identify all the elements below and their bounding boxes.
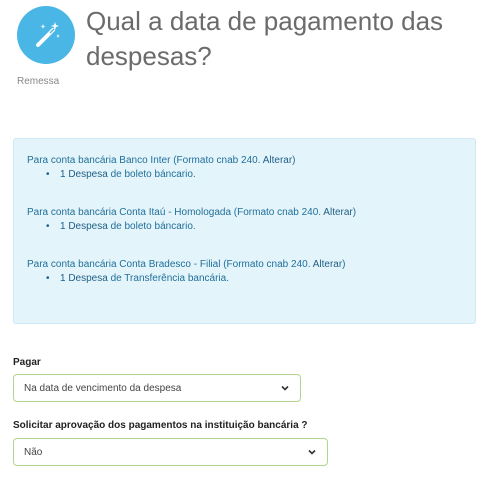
aprovacao-label: Solicitar aprovação dos pagamentos na in… [13, 420, 308, 431]
aprovacao-select[interactable]: Não [13, 438, 328, 466]
account-suffix: ) [342, 259, 346, 270]
bullet-icon: • [46, 273, 50, 284]
list-item: • 1 Despesa de Transferência bancária. [27, 272, 475, 286]
expense-type: de Transferência bancária. [107, 273, 229, 284]
account-prefix: Para conta bancária [27, 207, 120, 218]
aprovacao-select-value: Não [24, 446, 43, 458]
account-block-conta-itau: Para conta bancária Conta Itaú - Homolog… [27, 206, 475, 234]
alterar-link[interactable]: Alterar [313, 259, 342, 270]
account-name-link[interactable]: Conta Itaú - Homologada [119, 207, 231, 218]
pagar-select-value: Na data de vencimento da despesa [24, 382, 182, 394]
account-suffix: ) [352, 207, 357, 218]
info-box: Para conta bancária Banco Inter (Formato… [13, 138, 476, 324]
bullet-icon: • [46, 221, 50, 232]
account-format: (Formato cnab 240. [231, 207, 324, 218]
expense-count: 1 Despesa [60, 273, 108, 284]
account-block-banco-inter: Para conta bancária Banco Inter (Formato… [27, 154, 475, 182]
pagar-select[interactable]: Na data de vencimento da despesa [13, 374, 301, 402]
list-item: • 1 Despesa de boleto báncario. [27, 168, 475, 182]
expense-count: 1 Despesa [60, 169, 108, 180]
chevron-down-icon [308, 449, 316, 455]
account-name-link[interactable]: Banco Inter [119, 155, 170, 166]
expense-type: de boleto báncario. [107, 169, 196, 180]
expense-count: 1 Despesa [60, 221, 108, 232]
pagar-label: Pagar [13, 357, 41, 368]
account-prefix: Para conta bancária [27, 259, 120, 270]
account-format: (Formato cnab 240. [170, 155, 263, 166]
account-name-link[interactable]: Conta Bradesco - Filial [119, 259, 220, 270]
list-item: • 1 Despesa de boleto báncario. [27, 220, 475, 234]
account-format: (Formato cnab 240. [220, 259, 313, 270]
chevron-down-icon [281, 385, 289, 391]
expense-type: de boleto báncario. [107, 221, 196, 232]
magic-wand-icon [17, 6, 75, 64]
bullet-icon: • [46, 169, 50, 180]
account-block-conta-bradesco: Para conta bancária Conta Bradesco - Fil… [27, 258, 475, 286]
account-suffix: ) [292, 155, 296, 166]
page-subtitle: Remessa [17, 76, 60, 87]
account-prefix: Para conta bancária [27, 155, 120, 166]
alterar-link[interactable]: Alterar [263, 155, 292, 166]
page-title: Qual a data de pagamento das despesas? [86, 6, 444, 71]
alterar-link[interactable]: Alterar [323, 207, 352, 218]
